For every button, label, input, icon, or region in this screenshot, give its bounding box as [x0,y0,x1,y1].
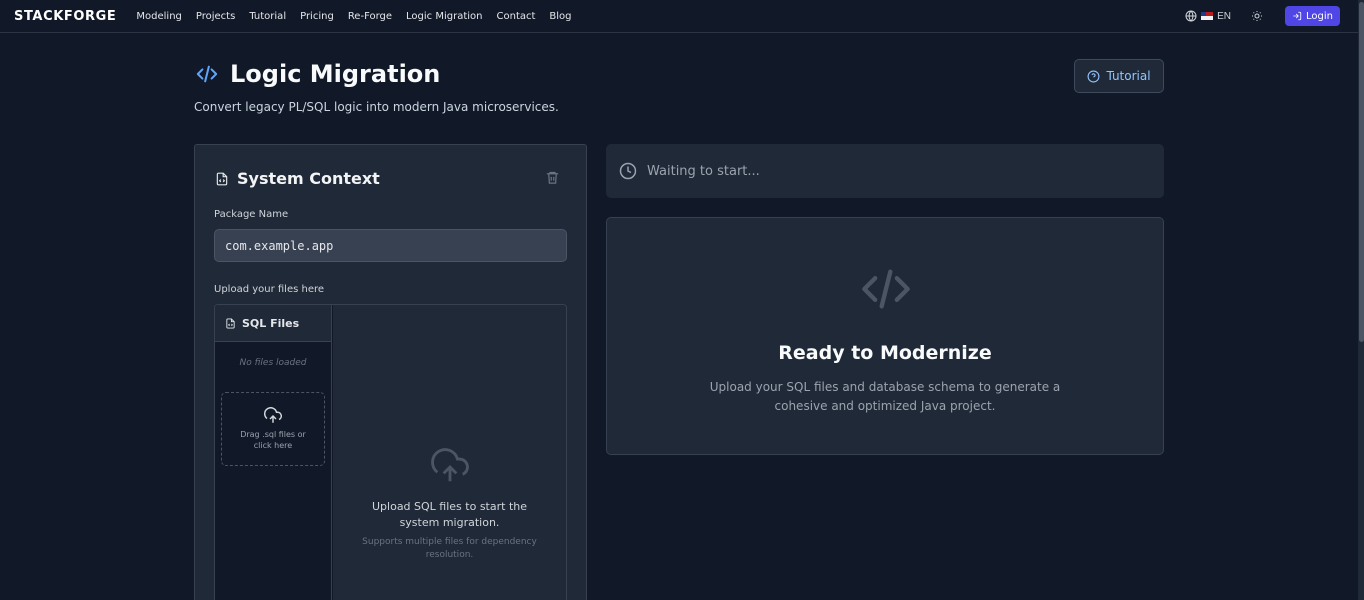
output-panel: Ready to Modernize Upload your SQL files… [606,217,1164,455]
nav-logic-migration[interactable]: Logic Migration [406,11,482,22]
sql-files-title: SQL Files [242,316,300,330]
clear-button[interactable] [545,170,560,190]
tutorial-button[interactable]: Tutorial [1074,59,1164,93]
sql-files-list: SQL Files No files loaded Drag .sql file… [215,305,332,600]
upload-area: SQL Files No files loaded Drag .sql file… [214,304,567,600]
main-dropzone-hint: Supports multiple files for dependency r… [362,537,537,560]
login-button[interactable]: Login [1285,6,1340,26]
nav-modeling[interactable]: Modeling [136,11,182,22]
main-dropzone[interactable]: Upload SQL files to start the system mig… [333,305,566,600]
login-icon [1293,11,1302,21]
page-title: Logic Migration [230,60,441,88]
clock-icon [619,162,637,180]
login-label: Login [1306,10,1333,22]
code-icon [862,269,910,309]
panel-title: System Context [237,169,380,188]
panel-header: System Context [215,169,380,188]
topbar-actions: EN Login [1185,6,1340,26]
nav-blog[interactable]: Blog [549,11,571,22]
help-circle-icon [1087,70,1100,82]
nav-pricing[interactable]: Pricing [300,11,334,22]
us-flag-icon [1201,12,1214,20]
small-dropzone-text: Drag .sql files or click here [240,430,306,450]
small-dropzone[interactable]: Drag .sql files or click here [221,392,325,466]
language-selector[interactable]: EN [1185,10,1231,22]
page-subtitle: Convert legacy PL/SQL logic into modern … [194,100,559,114]
main-nav: Modeling Projects Tutorial Pricing Re-Fo… [136,11,571,22]
status-bar: Waiting to start... [606,144,1164,198]
package-name-label: Package Name [214,209,289,220]
ready-description: Upload your SQL files and database schem… [709,380,1061,413]
no-files-message: No files loaded [239,358,307,368]
file-code-icon [226,317,235,329]
cloud-upload-icon [431,448,469,482]
sql-files-header: SQL Files [215,305,331,342]
trash-icon [546,171,559,184]
cloud-upload-icon [264,407,282,423]
status-text: Waiting to start... [647,163,760,179]
nav-re-forge[interactable]: Re-Forge [348,11,392,22]
nav-contact[interactable]: Contact [497,11,536,22]
main-dropzone-text: Upload SQL files to start the system mig… [372,500,527,529]
tutorial-label: Tutorial [1106,69,1151,83]
nav-projects[interactable]: Projects [196,11,235,22]
scrollbar-thumb[interactable] [1359,2,1364,342]
nav-tutorial[interactable]: Tutorial [249,11,286,22]
system-context-panel: System Context Package Name Upload your … [194,144,587,600]
sun-icon [1252,11,1263,21]
language-code: EN [1217,10,1232,22]
page-header: Logic Migration [194,60,440,88]
brand-logo[interactable]: STACKFORGE [14,9,116,24]
page-scrollbar[interactable] [1358,0,1364,600]
package-name-input[interactable] [214,229,567,262]
globe-icon [1185,10,1197,22]
top-navbar: STACKFORGE Modeling Projects Tutorial Pr… [0,0,1358,33]
code-icon [196,65,218,83]
file-code-icon [216,172,228,185]
upload-label: Upload your files here [214,284,325,295]
ready-title: Ready to Modernize [778,342,992,364]
theme-toggle[interactable] [1251,10,1263,22]
